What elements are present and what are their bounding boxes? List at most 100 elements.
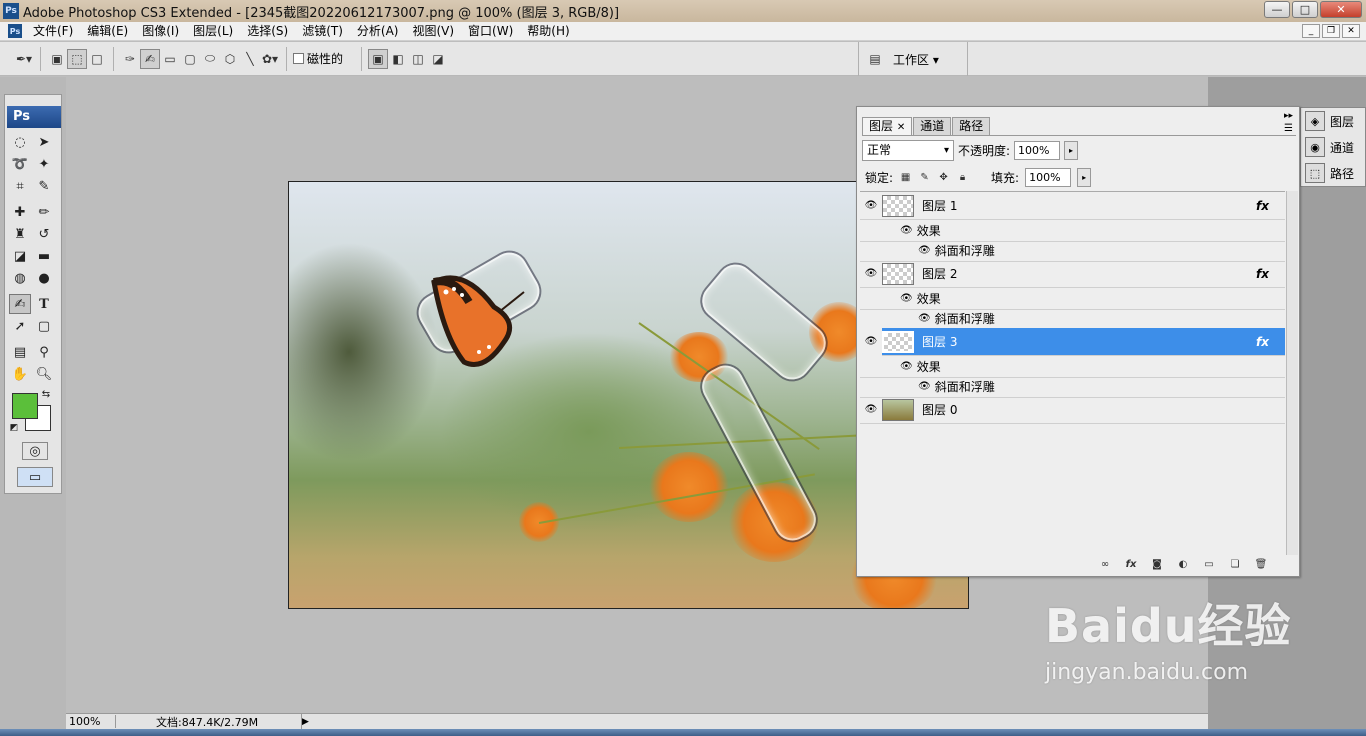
effects-eye-icon[interactable]: 👁︎	[900, 293, 913, 304]
intersect-path-icon[interactable]: ◫	[408, 49, 428, 69]
layer-row[interactable]: 👁︎ 图层 2 fx	[860, 260, 1285, 288]
file-browser-icon[interactable]: ▤	[865, 49, 885, 69]
lasso-tool-icon[interactable]: ➰	[9, 154, 31, 174]
layer-row-selected[interactable]: 👁︎ 图层 3 fx	[860, 327, 1285, 356]
hand-tool-icon[interactable]: ✋	[9, 364, 31, 384]
marquee-tool-icon[interactable]: ◌	[9, 132, 31, 152]
freeform-pen-tool-preset-icon[interactable]: ✒▾	[14, 49, 34, 69]
effect-row[interactable]: 👁︎ 斜面和浮雕	[860, 308, 1285, 330]
lock-all-icon[interactable]: 🔒︎	[956, 171, 969, 184]
menu-window[interactable]: 窗口(W)	[461, 22, 520, 41]
clone-stamp-tool-icon[interactable]: ♜	[9, 224, 31, 244]
maximize-button[interactable]: □	[1292, 1, 1318, 18]
paths-mode-icon[interactable]: ⬚	[67, 48, 87, 69]
close-button[interactable]: ✕	[1320, 1, 1362, 18]
tab-paths[interactable]: 路径	[952, 117, 991, 135]
rounded-rectangle-tool-icon[interactable]: ▢	[180, 49, 200, 69]
menu-image[interactable]: 图像(I)	[135, 22, 186, 41]
menu-edit[interactable]: 编辑(E)	[80, 22, 135, 41]
panel-collapse-icon[interactable]: ▸▸	[1284, 111, 1293, 121]
foreground-color-swatch[interactable]	[12, 393, 38, 419]
ellipse-tool-icon[interactable]: ⬭	[200, 49, 220, 69]
effects-row[interactable]: 👁︎ 效果	[860, 356, 1285, 378]
fx-icon[interactable]: fx	[1256, 335, 1269, 349]
opacity-field[interactable]: 100%	[1014, 141, 1061, 160]
layer-list-scrollbar[interactable]	[1286, 191, 1298, 555]
dock-channels[interactable]: ◉ 通道	[1301, 134, 1365, 160]
magnetic-checkbox-group[interactable]: 磁性的	[293, 50, 343, 67]
slice-tool-icon[interactable]: ✎	[33, 176, 55, 196]
effect-row[interactable]: 👁︎ 斜面和浮雕	[860, 240, 1285, 262]
layer-row[interactable]: 👁︎ 图层 1 fx	[860, 192, 1285, 220]
new-group-icon[interactable]: ▭	[1201, 557, 1217, 571]
effect-row[interactable]: 👁︎ 斜面和浮雕	[860, 376, 1285, 398]
delete-layer-icon[interactable]: 🗑︎	[1253, 557, 1269, 571]
dodge-tool-icon[interactable]: ●	[33, 268, 55, 288]
lock-transparent-icon[interactable]: ▦	[899, 171, 912, 184]
lock-position-icon[interactable]: ✥	[937, 171, 950, 184]
notes-tool-icon[interactable]: ▤	[9, 342, 31, 362]
minimize-button[interactable]: —	[1264, 1, 1290, 18]
dock-layers[interactable]: ◈ 图层	[1301, 108, 1365, 134]
visibility-eye-icon[interactable]: 👁︎	[860, 200, 882, 211]
add-to-path-icon[interactable]: ▣	[368, 48, 389, 69]
freeform-pen-icon[interactable]: ✍	[140, 48, 160, 69]
default-colors-icon[interactable]: ◩	[7, 421, 21, 435]
eyedropper-tool-icon[interactable]: ⚲	[33, 342, 55, 362]
shape-tool-icon[interactable]: ▢	[33, 316, 55, 336]
adjustment-layer-icon[interactable]: ◐	[1175, 557, 1191, 571]
effects-eye-icon[interactable]: 👁︎	[900, 225, 913, 236]
document-size[interactable]: 文档:847.4K/2.79M	[116, 713, 302, 730]
dock-paths[interactable]: ⬚ 路径	[1301, 160, 1365, 186]
crop-tool-icon[interactable]: ⌗	[9, 176, 31, 196]
zoom-level[interactable]: 100%	[66, 715, 116, 728]
path-selection-tool-icon[interactable]: ➚	[9, 316, 31, 336]
fill-pixels-icon[interactable]: □	[87, 49, 107, 69]
panel-menu-icon[interactable]: ☰	[1284, 123, 1293, 134]
swap-colors-icon[interactable]: ⇆	[39, 387, 53, 401]
menu-select[interactable]: 选择(S)	[240, 22, 295, 41]
blur-tool-icon[interactable]: ◍	[9, 268, 31, 288]
close-icon[interactable]: ✕	[897, 122, 905, 133]
rectangle-tool-icon[interactable]: ▭	[160, 49, 180, 69]
fill-field[interactable]: 100%	[1025, 168, 1072, 187]
doc-restore-button[interactable]: ❐	[1322, 24, 1340, 38]
gradient-tool-icon[interactable]: ▬	[33, 246, 55, 266]
pen-tool-icon[interactable]: ✍	[9, 294, 31, 314]
tab-channels[interactable]: 通道	[913, 117, 952, 135]
subtract-path-icon[interactable]: ◧	[388, 49, 408, 69]
link-layers-icon[interactable]: ∞	[1097, 557, 1113, 571]
effect-eye-icon[interactable]: 👁︎	[918, 381, 931, 392]
visibility-eye-icon[interactable]: 👁︎	[860, 327, 882, 356]
fill-slider-arrow-icon[interactable]: ▸	[1077, 168, 1092, 187]
menu-file[interactable]: 文件(F)	[26, 22, 80, 41]
doc-close-button[interactable]: ✕	[1342, 24, 1360, 38]
add-mask-icon[interactable]: ◙	[1149, 557, 1165, 571]
magic-wand-tool-icon[interactable]: ✦	[33, 154, 55, 174]
document-icon[interactable]: Ps	[8, 24, 22, 38]
layer-row[interactable]: 👁︎ 图层 0	[860, 396, 1285, 424]
add-style-icon[interactable]: fx	[1123, 557, 1139, 571]
effects-row[interactable]: 👁︎ 效果	[860, 288, 1285, 310]
menu-view[interactable]: 视图(V)	[405, 22, 461, 41]
pen-tool-icon[interactable]: ✑	[120, 49, 140, 69]
line-tool-icon[interactable]: ╲	[240, 49, 260, 69]
fx-icon[interactable]: fx	[1256, 267, 1269, 281]
menu-layer[interactable]: 图层(L)	[186, 22, 240, 41]
effect-eye-icon[interactable]: 👁︎	[918, 313, 931, 324]
custom-shape-tool-icon[interactable]: ✿▾	[260, 49, 280, 69]
opacity-slider-arrow-icon[interactable]: ▸	[1064, 141, 1079, 160]
healing-brush-tool-icon[interactable]: ✚	[9, 202, 31, 222]
new-layer-icon[interactable]: ❏	[1227, 557, 1243, 571]
menu-help[interactable]: 帮助(H)	[520, 22, 576, 41]
screen-mode-icon[interactable]: ▭	[17, 467, 53, 487]
menu-filter[interactable]: 滤镜(T)	[295, 22, 350, 41]
lock-image-icon[interactable]: ✎	[918, 171, 931, 184]
workspace-button[interactable]: 工作区 ▾	[893, 51, 939, 68]
doc-minimize-button[interactable]: _	[1302, 24, 1320, 38]
history-brush-tool-icon[interactable]: ↺	[33, 224, 55, 244]
blend-mode-select[interactable]: 正常	[862, 140, 954, 161]
move-tool-icon[interactable]: ➤	[33, 132, 55, 152]
magnetic-checkbox[interactable]	[293, 53, 304, 64]
exclude-path-icon[interactable]: ◪	[428, 49, 448, 69]
